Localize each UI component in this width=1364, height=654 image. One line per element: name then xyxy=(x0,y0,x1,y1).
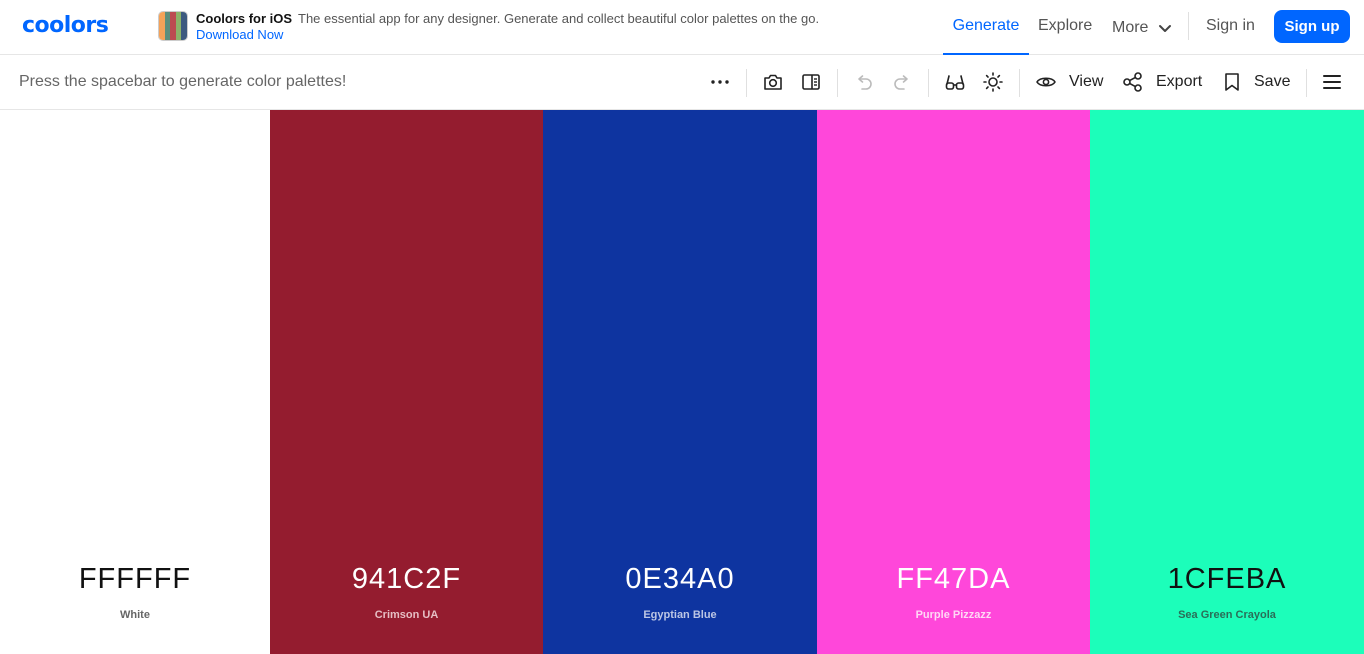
nav-more[interactable]: More xyxy=(1112,0,1172,55)
bookmark-icon[interactable] xyxy=(1221,71,1243,93)
hex-code[interactable]: FF47DA xyxy=(817,563,1090,596)
color-swatch[interactable]: 941C2F Crimson UA xyxy=(270,110,543,654)
menu-icon[interactable] xyxy=(1321,71,1343,93)
sign-in-link[interactable]: Sign in xyxy=(1206,0,1255,55)
hex-code[interactable]: FFFFFF xyxy=(0,563,270,596)
panel-icon[interactable] xyxy=(800,71,822,93)
save-button[interactable]: Save xyxy=(1254,55,1290,109)
color-palette: FFFFFF White 941C2F Crimson UA 0E34A0 Eg… xyxy=(0,110,1364,654)
spacebar-hint: Press the spacebar to generate color pal… xyxy=(19,73,347,90)
toolbar-divider xyxy=(1019,69,1020,97)
chevron-down-icon xyxy=(1159,24,1172,32)
toolbar-divider xyxy=(928,69,929,97)
nav-more-label: More xyxy=(1112,18,1149,36)
coolors-logo[interactable]: coolors xyxy=(22,12,109,40)
sign-up-button[interactable]: Sign up xyxy=(1274,10,1350,43)
color-name[interactable]: Crimson UA xyxy=(270,609,543,621)
color-swatch[interactable]: FF47DA Purple Pizzazz xyxy=(817,110,1090,654)
glasses-icon[interactable] xyxy=(944,71,966,93)
hex-code[interactable]: 941C2F xyxy=(270,563,543,596)
color-swatch[interactable]: 1CFEBA Sea Green Crayola xyxy=(1090,110,1364,654)
promo-description: The essential app for any designer. Gene… xyxy=(298,11,820,26)
sun-icon[interactable] xyxy=(982,71,1004,93)
toolbar-divider xyxy=(1306,69,1307,97)
color-name[interactable]: White xyxy=(0,609,270,621)
export-button[interactable]: Export xyxy=(1156,55,1202,109)
nav-explore[interactable]: Explore xyxy=(1038,0,1092,55)
color-name[interactable]: Purple Pizzazz xyxy=(817,609,1090,621)
more-options-icon[interactable] xyxy=(709,71,731,93)
color-swatch[interactable]: FFFFFF White xyxy=(0,110,270,654)
camera-icon[interactable] xyxy=(762,71,784,93)
nav-generate[interactable]: Generate xyxy=(943,0,1029,55)
hex-code[interactable]: 1CFEBA xyxy=(1090,563,1364,596)
eye-icon[interactable] xyxy=(1035,71,1057,93)
view-button[interactable]: View xyxy=(1069,55,1103,109)
toolbar-divider xyxy=(837,69,838,97)
promo-title: Coolors for iOS xyxy=(196,11,293,26)
top-navigation: coolors Coolors for iOS The essential ap… xyxy=(0,0,1364,55)
color-name[interactable]: Sea Green Crayola xyxy=(1090,609,1364,621)
color-swatch[interactable]: 0E34A0 Egyptian Blue xyxy=(543,110,817,654)
color-name[interactable]: Egyptian Blue xyxy=(543,609,817,621)
redo-icon[interactable] xyxy=(891,71,913,93)
undo-icon[interactable] xyxy=(853,71,875,93)
nav-divider xyxy=(1188,12,1189,40)
download-now-link[interactable]: Download Now xyxy=(196,27,283,42)
toolbar-divider xyxy=(746,69,747,97)
ios-app-promo: Coolors for iOS The essential app for an… xyxy=(158,11,896,43)
hex-code[interactable]: 0E34A0 xyxy=(543,563,817,596)
ios-app-icon[interactable] xyxy=(158,11,188,41)
generator-toolbar: Press the spacebar to generate color pal… xyxy=(0,55,1364,110)
share-icon[interactable] xyxy=(1122,71,1144,93)
